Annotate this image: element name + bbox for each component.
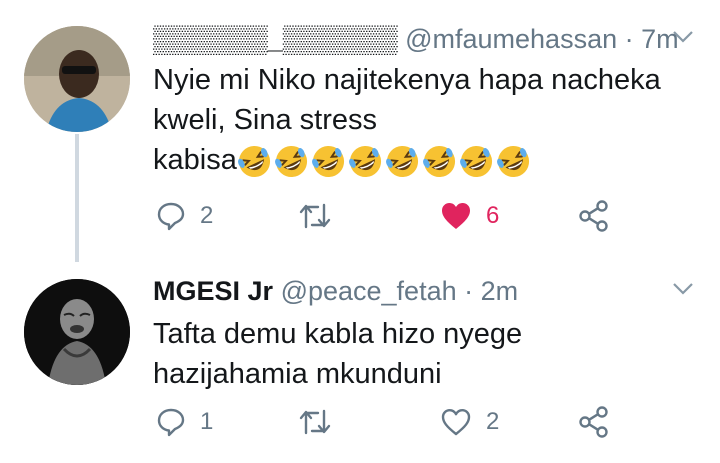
separator: · xyxy=(464,276,474,306)
like-button[interactable]: 6 xyxy=(440,196,499,236)
rolling-on-floor-laughing-emoji xyxy=(311,145,344,177)
tweet[interactable]: ▒▒▒▒▒▒_▒▒▒▒▒▒ @mfaumehassan · 7m Nyie mi… xyxy=(0,0,720,262)
retweet-icon xyxy=(299,203,331,229)
user-handle[interactable]: @mfaumehassan xyxy=(405,24,617,54)
tweet-text-line: Tafta demu kabla hizo nyege xyxy=(153,318,523,350)
rolling-on-floor-laughing-emoji xyxy=(496,145,529,177)
like-count: 2 xyxy=(486,408,500,435)
reply-count: 2 xyxy=(200,202,214,229)
heart-icon xyxy=(441,409,471,436)
rolling-on-floor-laughing-emoji xyxy=(422,145,455,177)
action-bar: 2 6 xyxy=(150,196,630,236)
retweet-button[interactable] xyxy=(298,402,346,442)
chevron-down-icon[interactable] xyxy=(672,30,694,44)
tweet-text: Nyie mi Niko najitekenya hapa nacheka kw… xyxy=(153,60,673,180)
rolling-on-floor-laughing-emoji xyxy=(459,145,492,177)
reply-icon xyxy=(157,408,185,437)
separator: · xyxy=(624,24,634,54)
rolling-on-floor-laughing-emoji xyxy=(237,145,270,177)
user-handle[interactable]: @peace_fetah xyxy=(281,276,457,306)
action-bar: 1 2 xyxy=(150,402,630,442)
chevron-down-icon[interactable] xyxy=(672,282,694,296)
rolling-on-floor-laughing-emoji xyxy=(274,145,307,177)
rolling-on-floor-laughing-emoji xyxy=(348,145,381,177)
reply-button[interactable]: 2 xyxy=(156,196,213,236)
tweet-header: MGESI Jr @peace_fetah · 2m xyxy=(153,274,518,308)
tweet-text-line: kabisa xyxy=(153,140,673,180)
avatar[interactable] xyxy=(24,279,130,385)
reply-icon xyxy=(157,202,185,231)
tweet-text-line: kweli, Sina stress xyxy=(153,104,378,136)
retweet-button[interactable] xyxy=(298,196,346,236)
thread-line xyxy=(75,134,79,262)
reply-count: 1 xyxy=(200,408,214,435)
avatar[interactable] xyxy=(24,26,130,132)
tweet-text: Tafta demu kabla hizo nyege hazijahamia … xyxy=(153,314,673,394)
reply-button[interactable]: 1 xyxy=(156,402,213,442)
tweet-header: ▒▒▒▒▒▒_▒▒▒▒▒▒ @mfaumehassan · 7m xyxy=(153,22,679,56)
tweet-text-line: kabisa xyxy=(153,144,237,176)
retweet-icon xyxy=(299,409,331,435)
rolling-on-floor-laughing-emoji xyxy=(385,145,418,177)
display-name[interactable]: MGESI Jr xyxy=(153,276,273,306)
tweet-text-line: hazijahamia mkunduni xyxy=(153,358,442,390)
share-icon xyxy=(579,200,608,232)
share-button[interactable] xyxy=(578,196,610,236)
tweet[interactable]: MGESI Jr @peace_fetah · 2m Tafta demu ka… xyxy=(0,258,720,463)
emoji-group xyxy=(237,144,531,179)
share-button[interactable] xyxy=(578,402,610,442)
display-name[interactable]: ▒▒▒▒▒▒_▒▒▒▒▒▒ xyxy=(153,24,398,54)
tweet-text-line: Nyie mi Niko najitekenya hapa nacheka xyxy=(153,64,661,96)
timestamp[interactable]: 2m xyxy=(481,276,519,306)
share-icon xyxy=(579,406,608,438)
heart-filled-icon xyxy=(442,203,470,229)
like-button[interactable]: 2 xyxy=(440,402,499,442)
like-count: 6 xyxy=(486,202,500,229)
